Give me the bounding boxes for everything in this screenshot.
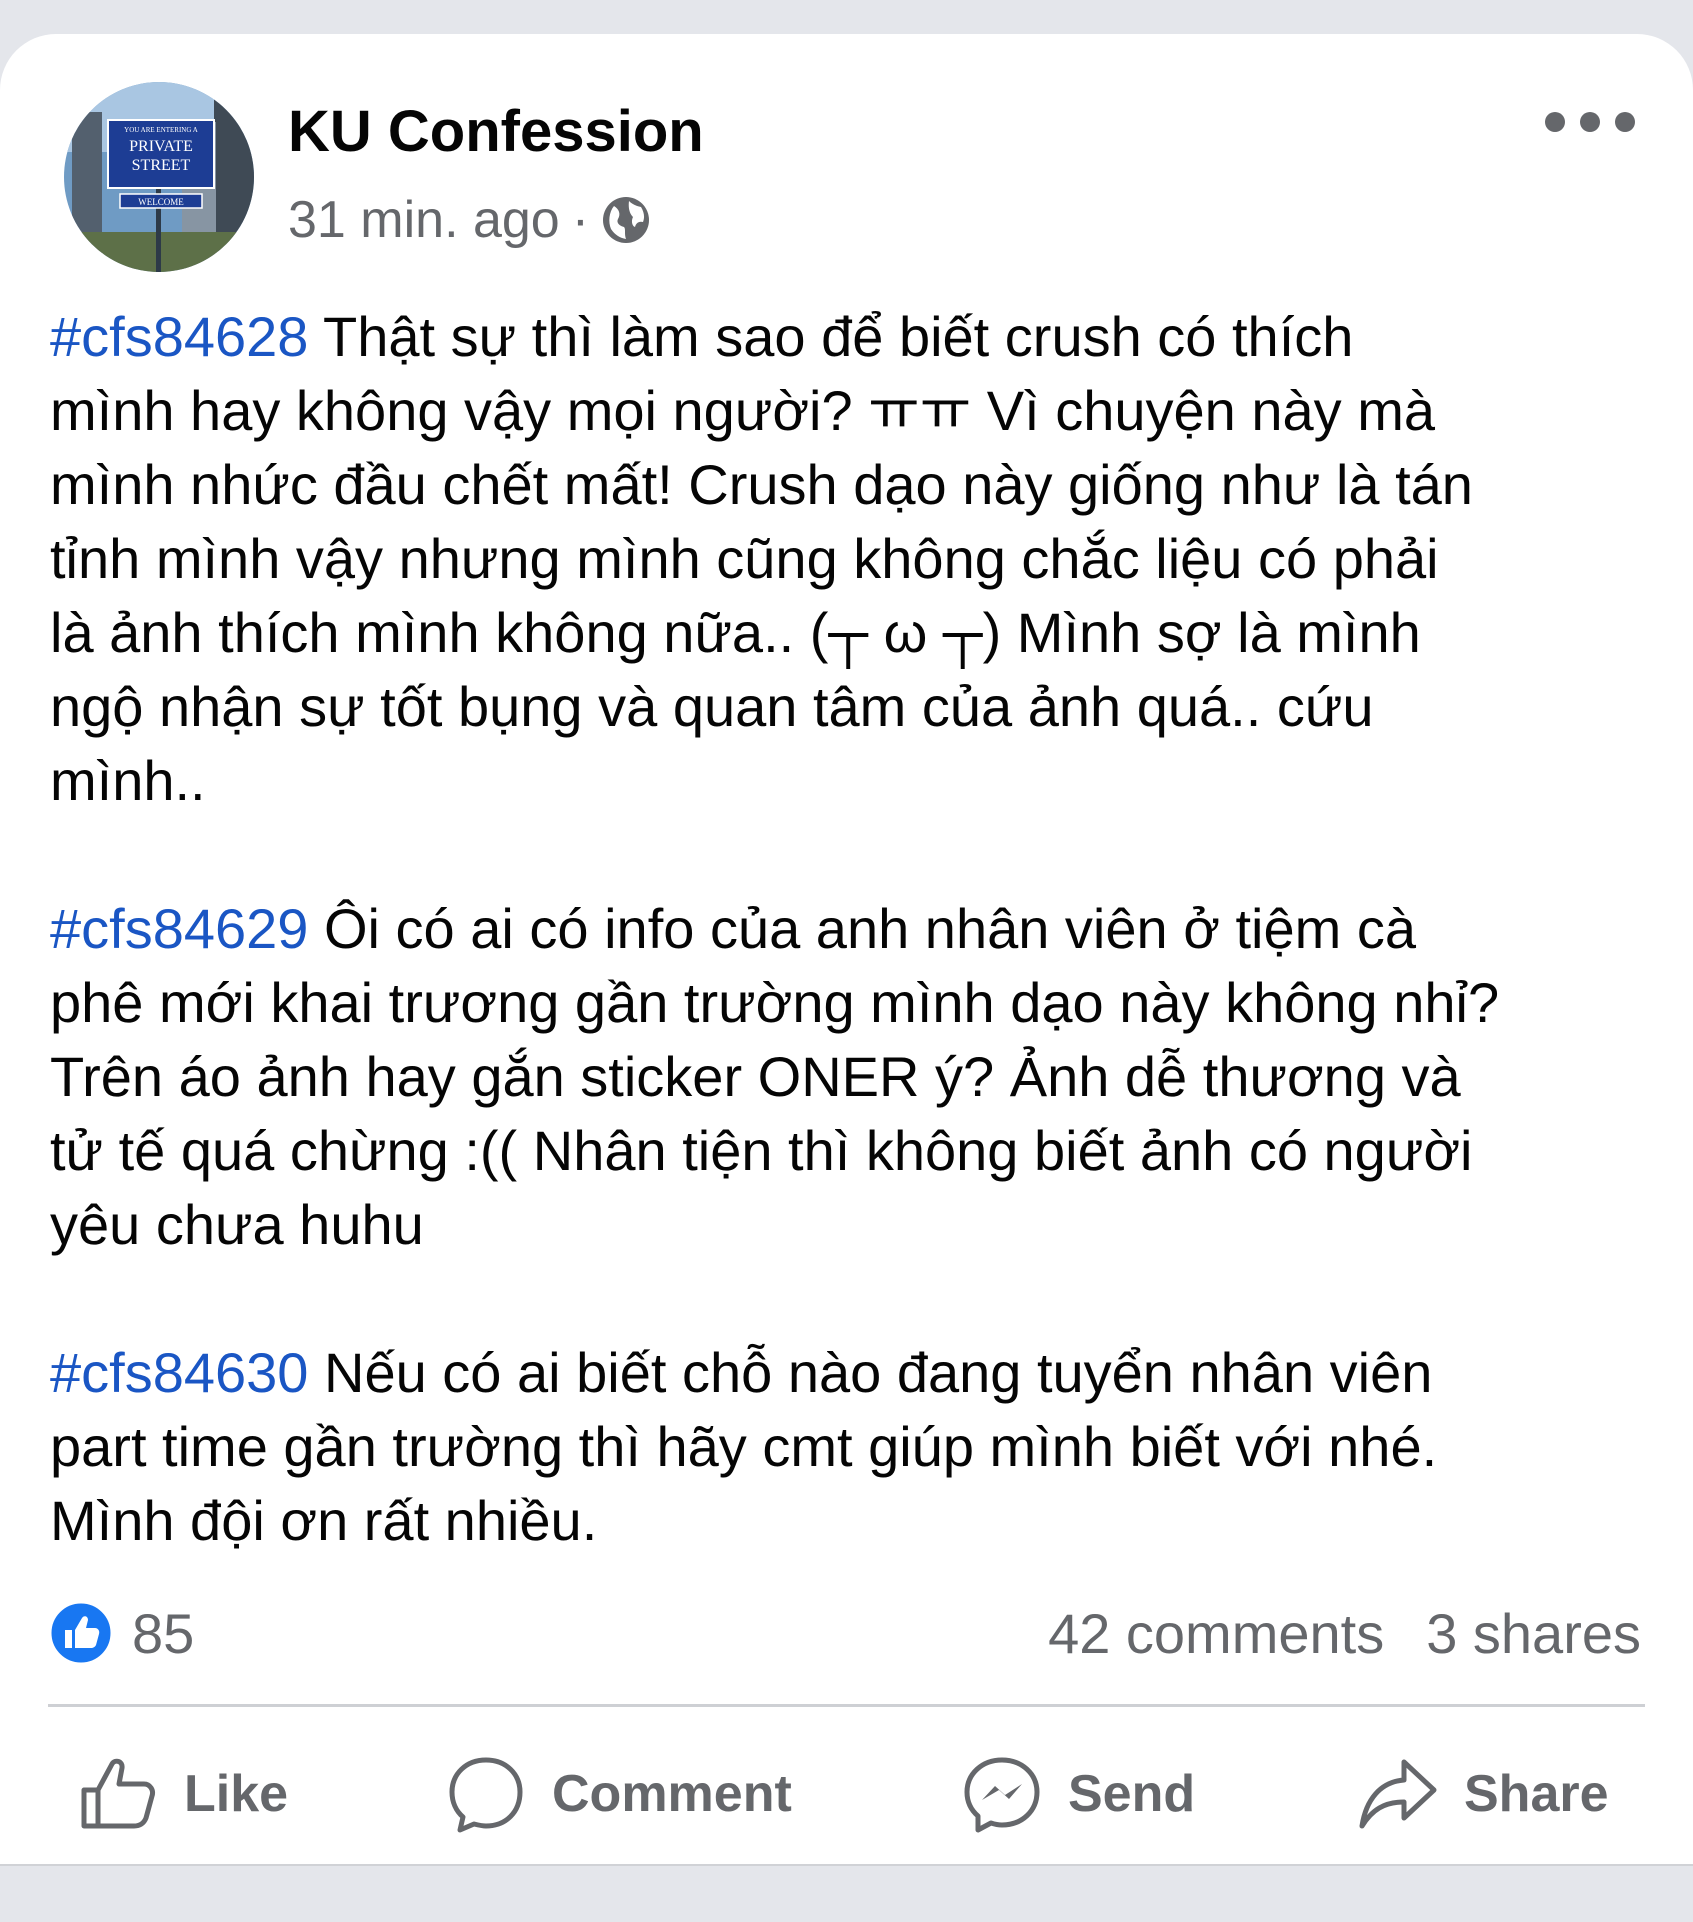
text-line: ngộ nhận sự tốt bụng và quan tâm của ảnh… [50, 675, 1374, 738]
shares-count[interactable]: 3 shares [1426, 1601, 1641, 1666]
avatar-sign-top: YOU ARE ENTERING A [124, 126, 198, 134]
post-text: #cfs84628 Thật sự thì làm sao để biết cr… [50, 300, 1670, 1558]
page-avatar[interactable]: YOU ARE ENTERING A PRIVATE STREET WELCOM… [64, 82, 254, 272]
more-dot [1545, 112, 1565, 132]
thumbs-up-icon [81, 1758, 155, 1829]
confession-84629: #cfs84629 Ôi có ai có info của anh nhân … [50, 892, 1670, 1262]
text-line: là ảnh thích mình không nữa.. (┬ ω ┬) Mì… [50, 601, 1421, 664]
avatar-image: YOU ARE ENTERING A PRIVATE STREET WELCOM… [64, 82, 254, 272]
share-arrow-icon [1359, 1759, 1437, 1829]
text-line: part time gần trường thì hãy cmt giúp mì… [50, 1415, 1438, 1478]
meta-separator: · [571, 191, 590, 249]
action-bar: Like Comment Send Share [0, 1734, 1693, 1854]
post-card: YOU ARE ENTERING A PRIVATE STREET WELCOM… [0, 34, 1693, 1864]
send-label: Send [1068, 1765, 1196, 1823]
text-line: Trên áo ảnh hay gắn sticker ONER ý? Ảnh … [50, 1045, 1461, 1108]
comment-label: Comment [552, 1765, 792, 1823]
text-line: mình nhức đầu chết mất! Crush dạo này gi… [50, 453, 1473, 516]
confession-84628: #cfs84628 Thật sự thì làm sao để biết cr… [50, 300, 1670, 818]
hashtag-link[interactable]: #cfs84630 [50, 1341, 308, 1404]
engagement-counts: 42 comments 3 shares [1048, 1601, 1641, 1666]
reactions-count: 85 [132, 1601, 195, 1665]
comment-icon [449, 1757, 523, 1833]
globe-icon [601, 195, 651, 245]
confession-84630: #cfs84630 Nếu có ai biết chỗ nào đang tu… [50, 1336, 1670, 1558]
like-button[interactable]: Like [78, 1734, 288, 1854]
feed-separator [0, 1864, 1693, 1922]
more-dot [1580, 112, 1600, 132]
hashtag-link[interactable]: #cfs84628 [50, 305, 308, 368]
comments-count[interactable]: 42 comments [1048, 1601, 1384, 1666]
text-line: #cfs84630 Nếu có ai biết chỗ nào đang tu… [50, 1336, 1670, 1410]
like-reaction-icon [48, 1600, 114, 1666]
text-line: #cfs84629 Ôi có ai có info của anh nhân … [50, 892, 1670, 966]
share-label: Share [1464, 1765, 1609, 1823]
more-options-icon[interactable] [1545, 100, 1635, 144]
text-line: mình.. [50, 749, 206, 812]
page-name[interactable]: KU Confession [288, 98, 704, 165]
text-line: mình hay không vậy mọi người? ㅠㅠ Vì chuy… [50, 379, 1436, 442]
reactions-summary[interactable]: 85 [48, 1600, 194, 1666]
comment-button[interactable]: Comment [446, 1734, 792, 1854]
text-segment: Thật sự thì làm sao để biết crush có thí… [308, 305, 1354, 368]
avatar-sign-line2: STREET [132, 157, 191, 174]
text-line: tỉnh mình vậy nhưng mình cũng không chắc… [50, 527, 1439, 590]
post-stats: 85 42 comments 3 shares [48, 1598, 1641, 1668]
avatar-sign-bottom: WELCOME [138, 197, 184, 207]
divider [48, 1704, 1645, 1707]
text-line: Mình đội ơn rất nhiều. [50, 1489, 598, 1552]
hashtag-link[interactable]: #cfs84629 [50, 897, 308, 960]
messenger-icon [964, 1757, 1040, 1833]
text-line: yêu chưa huhu [50, 1193, 424, 1256]
text-line: phê mới khai trương gần trường mình dạo … [50, 971, 1500, 1034]
text-line: #cfs84628 Thật sự thì làm sao để biết cr… [50, 300, 1670, 374]
like-label: Like [184, 1765, 289, 1823]
post-meta: 31 min. ago · [288, 190, 651, 250]
post-timestamp[interactable]: 31 min. ago [288, 190, 560, 250]
text-line: tử tế quá chừng :(( Nhân tiện thì không … [50, 1119, 1473, 1182]
more-dot [1615, 112, 1635, 132]
avatar-sign-line1: PRIVATE [129, 138, 193, 155]
send-button[interactable]: Send [962, 1734, 1195, 1854]
text-segment: Nếu có ai biết chỗ nào đang tuyển nhân v… [308, 1341, 1433, 1404]
share-button[interactable]: Share [1358, 1734, 1609, 1854]
text-segment: Ôi có ai có info của anh nhân viên ở tiệ… [308, 897, 1416, 960]
